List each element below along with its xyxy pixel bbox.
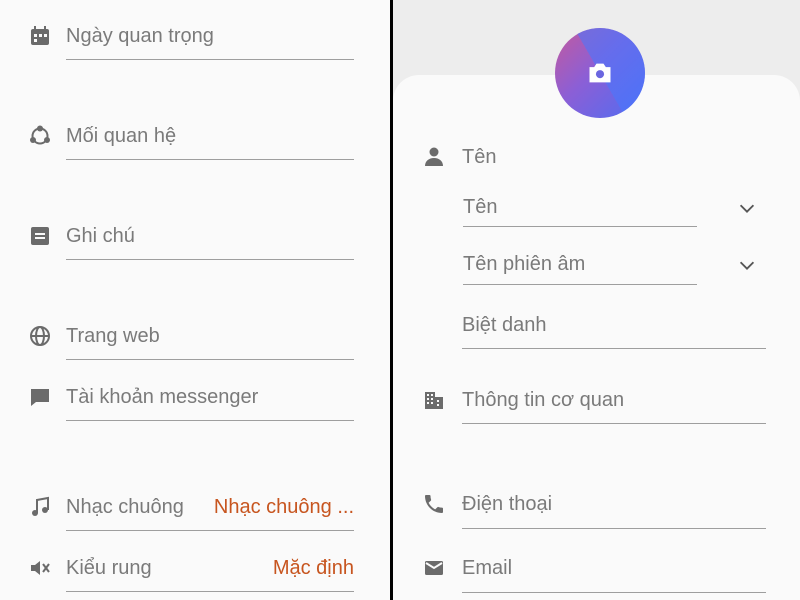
phonetic-name-field[interactable]: Tên phiên âm <box>463 252 585 276</box>
divider <box>462 592 766 593</box>
ringtone-label[interactable]: Nhạc chuông <box>66 495 184 519</box>
messenger-account-field[interactable]: Tài khoản messenger <box>66 385 258 409</box>
avatar[interactable] <box>555 28 645 118</box>
nickname-field[interactable]: Biệt danh <box>462 313 547 337</box>
organization-field[interactable]: Thông tin cơ quan <box>462 388 624 412</box>
note-icon <box>28 224 52 248</box>
chat-icon <box>28 385 52 409</box>
divider <box>462 423 766 424</box>
name-field[interactable]: Tên <box>463 195 497 219</box>
website-field[interactable]: Trang web <box>66 324 160 348</box>
divider <box>66 530 354 531</box>
music-note-icon <box>28 495 52 519</box>
divider <box>66 159 354 160</box>
person-icon <box>422 145 446 169</box>
divider <box>463 226 697 227</box>
important-dates-field[interactable]: Ngày quan trọng <box>66 24 214 48</box>
divider <box>66 259 354 260</box>
building-icon <box>422 388 446 412</box>
divider <box>66 420 354 421</box>
divider <box>462 348 766 349</box>
divider <box>462 528 766 529</box>
divider <box>66 359 354 360</box>
email-field[interactable]: Email <box>462 556 512 580</box>
notes-field[interactable]: Ghi chú <box>66 224 135 248</box>
ringtone-value[interactable]: Nhạc chuông ... <box>214 495 354 519</box>
divider <box>463 284 697 285</box>
relationship-field[interactable]: Mối quan hệ <box>66 124 176 148</box>
contact-form-card <box>393 75 800 600</box>
divider <box>66 59 354 60</box>
chevron-down-icon[interactable] <box>736 197 758 219</box>
right-panel: Tên Tên Tên phiên âm Biệt danh Thông tin… <box>393 0 800 600</box>
chevron-down-icon[interactable] <box>736 254 758 276</box>
globe-icon <box>28 324 52 348</box>
vibration-label[interactable]: Kiểu rung <box>66 556 152 580</box>
relationship-icon <box>28 124 52 148</box>
divider <box>66 591 354 592</box>
calendar-icon <box>28 24 52 48</box>
phone-icon <box>422 492 446 516</box>
left-panel: Ngày quan trọng Mối quan hệ Ghi chú Tran… <box>0 0 390 600</box>
phone-field[interactable]: Điện thoại <box>462 492 552 516</box>
name-section-label: Tên <box>462 146 497 168</box>
email-icon <box>422 556 446 580</box>
vibrate-icon <box>28 556 52 580</box>
vibration-value[interactable]: Mặc định <box>273 556 354 580</box>
camera-icon <box>586 59 614 87</box>
